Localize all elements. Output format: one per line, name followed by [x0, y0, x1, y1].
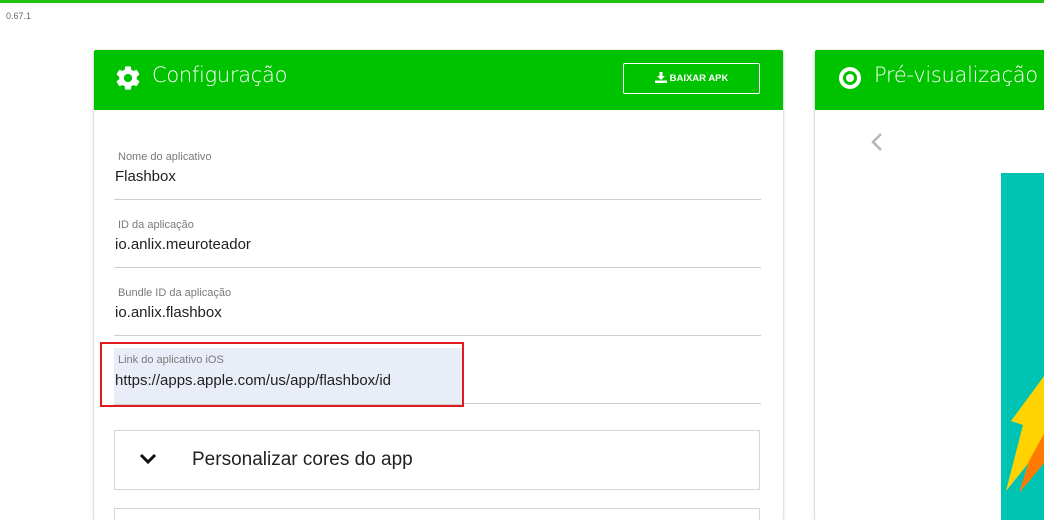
ios-link-label: Link do aplicativo iOS — [118, 354, 224, 366]
lightning-bolt-icon — [1006, 376, 1044, 493]
bundle-id-label: Bundle ID da aplicação — [118, 287, 232, 299]
app-id-field[interactable]: ID da aplicação io.anlix.meuroteador — [114, 214, 761, 268]
download-apk-button[interactable]: BAIXAR APK — [623, 63, 760, 94]
app-id-label: ID da aplicação — [118, 219, 194, 231]
chevron-down-icon — [139, 453, 157, 465]
app-name-value: Flashbox — [115, 168, 176, 185]
bundle-id-field[interactable]: Bundle ID da aplicação io.anlix.flashbox — [114, 282, 761, 336]
preview-header: Pré-visualização d — [815, 50, 1044, 110]
preview-card: Pré-visualização d — [815, 50, 1044, 520]
download-icon — [654, 72, 667, 83]
ios-field-underline — [464, 403, 761, 404]
next-accordion[interactable] — [114, 508, 760, 520]
configuration-header: Configuração BAIXAR APK — [94, 50, 783, 110]
configuration-title: Configuração — [152, 63, 288, 87]
chevron-left-icon[interactable] — [870, 132, 884, 152]
app-id-value: io.anlix.meuroteador — [115, 236, 251, 253]
ios-link-value: https://apps.apple.com/us/app/flashbox/i… — [115, 372, 392, 389]
customize-colors-label: Personalizar cores do app — [192, 449, 413, 470]
app-name-field[interactable]: Nome do aplicativo Flashbox — [114, 146, 761, 200]
app-name-label: Nome do aplicativo — [118, 151, 212, 163]
phone-screen-preview — [1001, 173, 1044, 520]
gear-icon — [116, 66, 140, 90]
ios-link-field[interactable]: Link do aplicativo iOS https://apps.appl… — [114, 348, 464, 405]
customize-colors-accordion[interactable]: Personalizar cores do app — [114, 430, 760, 490]
configuration-card: Configuração BAIXAR APK Nome do aplicati… — [94, 50, 783, 520]
bundle-id-value: io.anlix.flashbox — [115, 304, 222, 321]
preview-title: Pré-visualização d — [874, 63, 1044, 87]
download-apk-label: BAIXAR APK — [669, 73, 729, 84]
top-accent-line — [0, 0, 1044, 3]
eye-icon — [839, 67, 861, 89]
version-label: 0.67.1 — [6, 11, 32, 21]
